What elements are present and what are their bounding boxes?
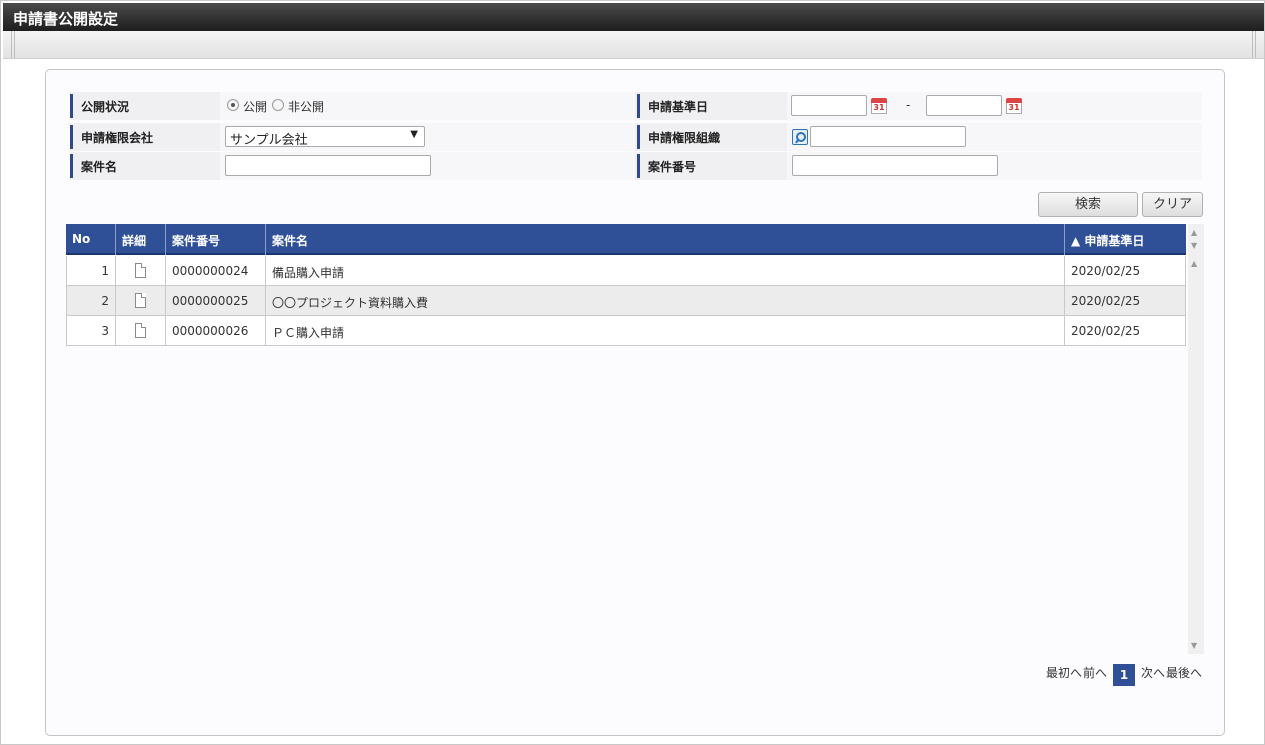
scroll-down-icon[interactable]: ▼ [1191, 241, 1197, 250]
matter-name-input[interactable] [225, 155, 431, 176]
company-select-value: サンプル会社 [230, 133, 308, 148]
cell-no: 1 [67, 256, 116, 286]
status-public-radio[interactable] [227, 99, 239, 111]
status-private-label[interactable]: 非公開 [288, 98, 324, 115]
toolbar-divider [1252, 31, 1256, 58]
cell-date: 2020/02/25 [1065, 256, 1186, 286]
org-field [787, 123, 1202, 151]
app-window: 申請書公開設定 公開状況 公開 非公開 申請基準日 31 - 31 申請権限会社… [0, 0, 1265, 745]
column-header-date[interactable]: ▲ 申請基準日 [1065, 224, 1186, 255]
cell-detail [116, 316, 166, 346]
date-to-input[interactable] [926, 95, 1002, 116]
pager-last[interactable]: 最後へ [1166, 664, 1202, 686]
search-icon[interactable] [792, 129, 808, 145]
company-label: 申請権限会社 [70, 125, 218, 149]
status-field: 公開 非公開 [220, 92, 635, 120]
scroll-up-icon[interactable]: ▲ [1191, 228, 1197, 237]
matter-no-field [787, 152, 1202, 180]
calendar-icon[interactable]: 31 [1006, 98, 1022, 114]
org-label: 申請権限組織 [637, 125, 785, 149]
cell-matter-no: 0000000025 [166, 286, 266, 316]
document-icon[interactable] [135, 263, 146, 278]
date-separator: - [906, 98, 911, 112]
cell-matter-no: 0000000024 [166, 256, 266, 286]
cell-matter-name: ＰＣ購入申請 [266, 316, 1065, 346]
scroll-up-icon[interactable]: ▲ [1191, 259, 1197, 268]
document-icon[interactable] [135, 293, 146, 308]
company-field: サンプル会社 ▼ [220, 123, 635, 151]
clear-button[interactable]: クリア [1142, 192, 1203, 217]
cell-no: 2 [67, 286, 116, 316]
cell-matter-name: 備品購入申請 [266, 256, 1065, 286]
company-select[interactable]: サンプル会社 ▼ [225, 126, 425, 148]
scroll-down-icon[interactable]: ▼ [1191, 641, 1197, 650]
page-title: 申請書公開設定 [3, 3, 1264, 31]
org-input[interactable] [810, 126, 966, 147]
date-from-input[interactable] [791, 95, 867, 116]
pager-prev[interactable]: 前へ [1083, 664, 1107, 686]
grid-scrollbar[interactable]: ▲ ▼ ▲ ▼ [1188, 224, 1204, 654]
pager-next[interactable]: 次へ [1141, 664, 1165, 686]
cell-detail [116, 256, 166, 286]
toolbar [3, 31, 1264, 59]
date-field: 31 - 31 [787, 92, 1202, 120]
document-icon[interactable] [135, 323, 146, 338]
pager-current-page[interactable]: 1 [1113, 664, 1135, 686]
form-row-matter: 案件名 案件番号 [70, 152, 1202, 180]
chevron-down-icon: ▼ [410, 129, 418, 140]
date-label: 申請基準日 [637, 94, 785, 118]
pager-first[interactable]: 最初へ [1046, 664, 1082, 686]
table-row[interactable]: 1 0000000024 備品購入申請 2020/02/25 [66, 256, 1186, 286]
column-header-matter-no[interactable]: 案件番号 [166, 224, 266, 255]
cell-no: 3 [67, 316, 116, 346]
column-header-matter-name[interactable]: 案件名 [266, 224, 1065, 255]
table-row[interactable]: 2 0000000025 〇〇プロジェクト資料購入費 2020/02/25 [66, 286, 1186, 316]
form-row-company: 申請権限会社 サンプル会社 ▼ 申請権限組織 [70, 123, 1202, 151]
status-private-radio[interactable] [272, 99, 284, 111]
calendar-icon[interactable]: 31 [871, 98, 887, 114]
column-header-no[interactable]: No [66, 224, 116, 255]
matter-name-field [220, 152, 635, 180]
column-header-detail[interactable]: 詳細 [116, 224, 166, 255]
cell-matter-name: 〇〇プロジェクト資料購入費 [266, 286, 1065, 316]
search-panel: 公開状況 公開 非公開 申請基準日 31 - 31 申請権限会社 サンプル会社 [45, 69, 1225, 736]
status-label: 公開状況 [70, 94, 218, 118]
matter-name-label: 案件名 [70, 154, 218, 178]
table-row[interactable]: 3 0000000026 ＰＣ購入申請 2020/02/25 [66, 316, 1186, 346]
cell-matter-no: 0000000026 [166, 316, 266, 346]
matter-no-label: 案件番号 [637, 154, 785, 178]
form-row-status: 公開状況 公開 非公開 申請基準日 31 - 31 [70, 92, 1202, 120]
matter-no-input[interactable] [792, 155, 998, 176]
search-button[interactable]: 検索 [1038, 192, 1138, 217]
grid-header: No 詳細 案件番号 案件名 ▲ 申請基準日 [66, 224, 1186, 255]
cell-date: 2020/02/25 [1065, 316, 1186, 346]
toolbar-divider [11, 31, 15, 58]
cell-date: 2020/02/25 [1065, 286, 1186, 316]
status-public-label[interactable]: 公開 [243, 98, 267, 115]
cell-detail [116, 286, 166, 316]
